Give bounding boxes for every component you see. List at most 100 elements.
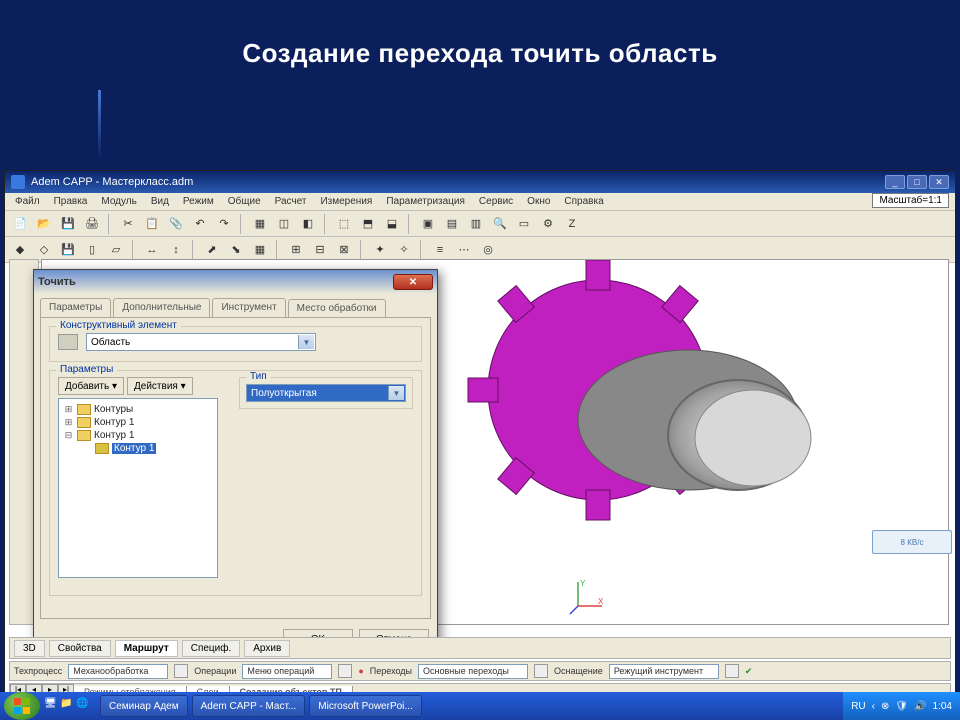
cube3-icon[interactable]: ▥ [465,214,487,234]
actions-button[interactable]: Действия ▾ [127,377,193,395]
turning-dialog: Точить ✕ Параметры Дополнительные Инстру… [33,269,438,649]
menu-service[interactable]: Сервис [473,195,519,208]
task-3[interactable]: Microsoft PowerPoi... [309,695,421,717]
t2p-icon[interactable]: ≡ [429,240,451,260]
oper-combo[interactable]: Меню операций [242,664,332,679]
close-button[interactable]: ✕ [929,175,949,189]
ql-icon-1[interactable]: 🖥 [44,698,60,714]
t2m-icon[interactable]: ⊠ [333,240,355,260]
redo-icon[interactable]: ↷ [213,214,235,234]
copy-icon[interactable]: 📋 [141,214,163,234]
t2i-icon[interactable]: ⬊ [225,240,247,260]
menu-param[interactable]: Параметризация [380,195,471,208]
cube1-icon[interactable]: ▣ [417,214,439,234]
task-2[interactable]: Adem CAPP - Маст... [192,695,306,717]
t2d-icon[interactable]: ▯ [81,240,103,260]
t2a-icon[interactable]: ◆ [9,240,31,260]
t2n-icon[interactable]: ✦ [369,240,391,260]
menu-file[interactable]: Файл [9,195,46,208]
task-1[interactable]: Семинар Адем [100,695,188,717]
menu-mode[interactable]: Режим [177,195,220,208]
contour-tree[interactable]: ⊞Контуры ⊞Контур 1 ⊟Контур 1 Контур 1 [58,398,218,578]
tray-icon[interactable]: 🛡 [895,701,908,712]
dialog-titlebar[interactable]: Точить ✕ [34,270,437,294]
undo-icon[interactable]: ↶ [189,214,211,234]
t2r-icon[interactable]: ◎ [477,240,499,260]
menu-module[interactable]: Модуль [95,195,142,208]
new-icon[interactable]: 📄 [9,214,31,234]
per-combo[interactable]: Основные переходы [418,664,528,679]
tab-tool[interactable]: Инструмент [212,298,285,317]
ql-icon-2[interactable]: 📁 [60,698,76,714]
cube2-icon[interactable]: ▤ [441,214,463,234]
tool-a-icon[interactable]: ▦ [249,214,271,234]
t2j-icon[interactable]: ▦ [249,240,271,260]
menu-view[interactable]: Вид [145,195,175,208]
element-combo[interactable]: Область ▼ [86,333,316,351]
paste-icon[interactable]: 📎 [165,214,187,234]
print-icon[interactable]: 🖨 [81,214,103,234]
menubar: Файл Правка Модуль Вид Режим Общие Расче… [5,193,955,211]
maximize-button[interactable]: □ [907,175,927,189]
menu-general[interactable]: Общие [222,195,267,208]
config-icon[interactable]: ⚙ [537,214,559,234]
t2g-icon[interactable]: ↕ [165,240,187,260]
z-icon[interactable]: Z [561,214,583,234]
zoom-icon[interactable]: 🔍 [489,214,511,234]
t2c-icon[interactable]: 💾 [57,240,79,260]
t2h-icon[interactable]: ⬈ [201,240,223,260]
osn-combo[interactable]: Режущий инструмент [609,664,719,679]
tool-d-icon[interactable]: ⬚ [333,214,355,234]
add-button[interactable]: Добавить ▾ [58,377,124,395]
techproc-combo[interactable]: Механообработка [68,664,168,679]
fit-icon[interactable]: ▭ [513,214,535,234]
tab-params[interactable]: Параметры [40,298,111,317]
group-type-label: Тип [246,371,271,382]
open-icon[interactable]: 📂 [33,214,55,234]
t2f-icon[interactable]: ↔ [141,240,163,260]
tray-icon[interactable]: ‹ [872,701,875,712]
menu-calc[interactable]: Расчет [269,195,313,208]
type-combo[interactable]: Полуоткрытая ▼ [246,384,406,402]
clock[interactable]: 1:04 [933,701,952,712]
tray-icon[interactable]: 🔊 [914,701,926,712]
btab-spec[interactable]: Специф. [182,640,241,657]
t2o-icon[interactable]: ✧ [393,240,415,260]
btab-archive[interactable]: Архив [244,640,290,657]
op-btn-3[interactable] [534,664,548,678]
btab-3d[interactable]: 3D [14,640,45,657]
menu-window[interactable]: Окно [521,195,556,208]
start-button[interactable] [4,692,40,720]
menu-measure[interactable]: Измерения [314,195,378,208]
tab-place[interactable]: Место обработки [288,299,386,318]
save-icon[interactable]: 💾 [57,214,79,234]
dialog-close-button[interactable]: ✕ [393,274,433,290]
tool-e-icon[interactable]: ⬒ [357,214,379,234]
menu-edit[interactable]: Правка [48,195,94,208]
op-btn-1[interactable] [174,664,188,678]
tree-item-selected[interactable]: Контур 1 [81,442,213,455]
op-btn-2[interactable] [338,664,352,678]
tree-item[interactable]: ⊞Контур 1 [63,416,213,429]
ql-icon-3[interactable]: 🌐 [76,698,92,714]
tab-additional[interactable]: Дополнительные [113,298,210,317]
menu-help[interactable]: Справка [558,195,609,208]
tool-b-icon[interactable]: ◫ [273,214,295,234]
btab-props[interactable]: Свойства [49,640,111,657]
tool-c-icon[interactable]: ◧ [297,214,319,234]
tree-item[interactable]: ⊞Контуры [63,403,213,416]
btab-route[interactable]: Маршрут [115,640,178,657]
cut-icon[interactable]: ✂ [117,214,139,234]
element-icon[interactable] [58,334,78,350]
t2k-icon[interactable]: ⊞ [285,240,307,260]
minimize-button[interactable]: _ [885,175,905,189]
t2e-icon[interactable]: ▱ [105,240,127,260]
t2b-icon[interactable]: ◇ [33,240,55,260]
t2q-icon[interactable]: ⋯ [453,240,475,260]
tool-f-icon[interactable]: ⬓ [381,214,403,234]
lang-indicator[interactable]: RU [851,701,865,712]
tray-icon[interactable]: ⊗ [881,701,889,712]
t2l-icon[interactable]: ⊟ [309,240,331,260]
tree-item[interactable]: ⊟Контур 1 [63,429,213,442]
op-btn-4[interactable] [725,664,739,678]
